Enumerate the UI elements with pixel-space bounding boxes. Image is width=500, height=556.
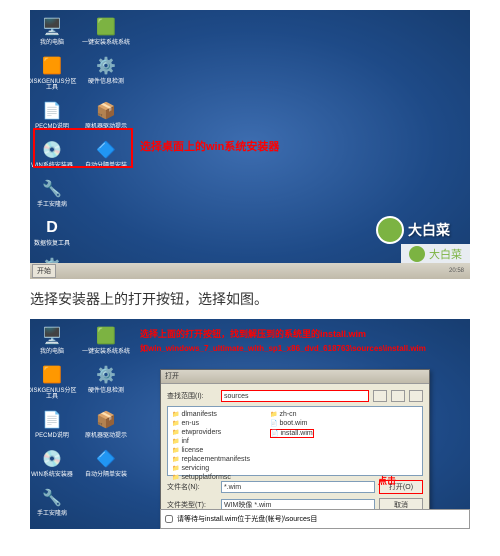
icon-recovery[interactable]: D数据恢复工具: [35, 216, 69, 247]
lookin-field[interactable]: sources: [221, 390, 369, 402]
watermark-icon: [409, 246, 425, 262]
tray-clock: 20:58: [445, 268, 468, 274]
taskbar: 开始 20:58: [30, 263, 470, 279]
nav-btn[interactable]: [373, 390, 387, 402]
red-instruction-2: 如win_windows_7_ultimate_with_sp1_x86_dvd…: [140, 343, 426, 354]
bottom-text: 请等待与install.wim位于光盘(帐号)\sources目: [177, 514, 317, 524]
file-item[interactable]: en-us: [172, 420, 250, 427]
icon-pecmd[interactable]: 📄PECMD说明: [35, 99, 69, 130]
file-list[interactable]: dlmanifests en-us etwproviders inf licen…: [167, 406, 423, 476]
icon-manual[interactable]: 🔧手工安隆病: [35, 486, 69, 517]
icon-my-computer[interactable]: 🖥️我的电脑: [35, 15, 69, 46]
file-item[interactable]: etwproviders: [172, 429, 250, 436]
icon-one-key-install[interactable]: 🟩一键安装系统系统: [89, 15, 123, 46]
lookin-label: 查找范围(I):: [167, 391, 217, 401]
icon-driver[interactable]: 📦原机器驱动提示: [89, 408, 123, 439]
checkbox[interactable]: [165, 515, 173, 523]
file-install-wim[interactable]: install.wim: [270, 429, 314, 438]
screenshot-1: 🖥️我的电脑 🟩一键安装系统系统 🟧DISKGENIUS分区工具 ⚙️硬件信息检…: [30, 10, 470, 279]
nav-btn[interactable]: [409, 390, 423, 402]
icon-one-key[interactable]: 🟩一键安装系统系统: [89, 324, 123, 355]
file-item[interactable]: boot.wim: [270, 420, 314, 427]
filename-label: 文件名(N):: [167, 482, 217, 492]
icon-d[interactable]: D: [35, 525, 69, 529]
red-instruction-1: 选择上面的打开按钮，找到解压到的系统里的install.wim: [140, 327, 366, 340]
highlight-text: 选择桌面上的win系统安装器: [140, 138, 279, 154]
file-item[interactable]: inf: [172, 438, 250, 445]
start-button[interactable]: 开始: [32, 264, 56, 278]
icon-hardware[interactable]: ⚙️硬件信息检测: [89, 363, 123, 400]
icon-diskgenius[interactable]: 🟧DISKGENIUS分区工具: [35, 363, 69, 400]
file-item[interactable]: dlmanifests: [172, 411, 250, 418]
icon-hardware-info[interactable]: ⚙️硬件信息检测: [89, 54, 123, 91]
icon-my-computer[interactable]: 🖥️我的电脑: [35, 324, 69, 355]
nav-btn[interactable]: [391, 390, 405, 402]
icon-driver[interactable]: 📦原机器驱动提示: [89, 99, 123, 130]
icon-diskgenius[interactable]: 🟧DISKGENIUS分区工具: [35, 54, 69, 91]
highlight-box: [33, 128, 133, 168]
screenshot-2: 🖥️我的电脑 🟩一键安装系统系统 🟧DISKGENIUS分区工具 ⚙️硬件信息检…: [30, 319, 470, 529]
file-item[interactable]: license: [172, 447, 250, 454]
cabbage-icon: [376, 216, 404, 244]
dialog-title: 打开: [161, 370, 429, 384]
file-item[interactable]: zh-cn: [270, 411, 314, 418]
watermark: 大白菜: [401, 244, 470, 264]
brand-logo: 大白菜: [376, 216, 450, 244]
click-label: 点击: [378, 474, 396, 487]
icon-auto[interactable]: 🔷自动分隔单安装: [89, 447, 123, 478]
bottom-bar: 请等待与install.wim位于光盘(帐号)\sources目: [160, 497, 470, 529]
file-item[interactable]: setupplatformsc: [172, 474, 250, 481]
file-item[interactable]: servicing: [172, 465, 250, 472]
instruction-text: 选择安装器上的打开按钮，选择如图。: [30, 289, 470, 309]
icon-win-installer[interactable]: 💿WIN系统安装器: [35, 447, 69, 478]
desktop-icons-2: 🖥️我的电脑 🟩一键安装系统系统 🟧DISKGENIUS分区工具 ⚙️硬件信息检…: [35, 324, 123, 529]
icon-pecmd[interactable]: 📄PECMD说明: [35, 408, 69, 439]
filename-field[interactable]: *.wim: [221, 481, 375, 493]
icon-manual[interactable]: 🔧手工安隆病: [35, 177, 69, 208]
file-item[interactable]: replacementmanifests: [172, 456, 250, 463]
